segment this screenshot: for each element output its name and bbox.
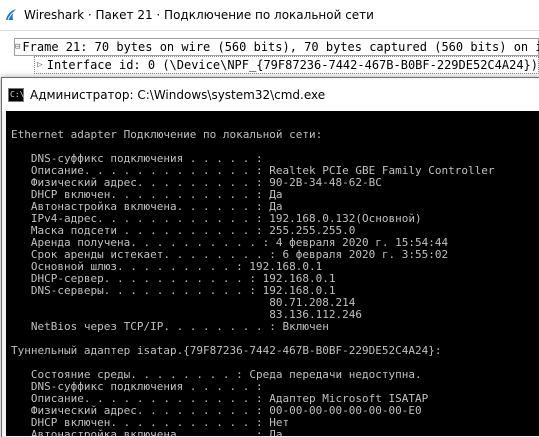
packet-details-pane: ⊟ Frame 21: 70 bytes on wire (560 bits),… (0, 38, 539, 74)
cmd-titlebar[interactable]: C:\ Администратор: C:\Windows\system32\c… (2, 78, 539, 111)
packet-detail-frame-row[interactable]: ⊟ Frame 21: 70 bytes on wire (560 bits),… (14, 38, 539, 56)
cmd-icon: C:\ (8, 87, 24, 102)
cmd-window-title: Администратор: C:\Windows\system32\cmd.e… (30, 87, 326, 102)
packet-detail-interface-row[interactable]: ▷ Interface id: 0 (\Device\NPF_{79F87236… (34, 56, 539, 74)
cmd-console-output[interactable]: Ethernet adapter Подключение по локально… (6, 111, 539, 436)
console-line: Ethernet adapter Подключение по локально… (11, 128, 323, 141)
console-line: Автонастройка включена. . . . . . : Да (11, 428, 283, 437)
wireshark-fin-icon (4, 8, 18, 22)
console-line: Туннельный адаптер isatap.{79F87236-7442… (11, 344, 442, 357)
wireshark-titlebar[interactable]: Wireshark · Пакет 21 · Подключение по ло… (0, 0, 539, 31)
expand-toggle-icon[interactable]: ▷ (35, 60, 45, 70)
console-line: NetBios через TCP/IP. . . . . . . . : Вк… (11, 320, 329, 333)
collapse-toggle-icon[interactable]: ⊟ (15, 42, 20, 52)
cmd-window: C:\ Администратор: C:\Windows\system32\c… (1, 77, 539, 437)
wireshark-window-title: Wireshark · Пакет 21 · Подключение по ло… (24, 8, 374, 22)
packet-detail-frame-text: Frame 21: 70 bytes on wire (560 bits), 7… (22, 40, 539, 54)
packet-detail-interface-text: Interface id: 0 (\Device\NPF_{79F87236-7… (46, 58, 538, 72)
